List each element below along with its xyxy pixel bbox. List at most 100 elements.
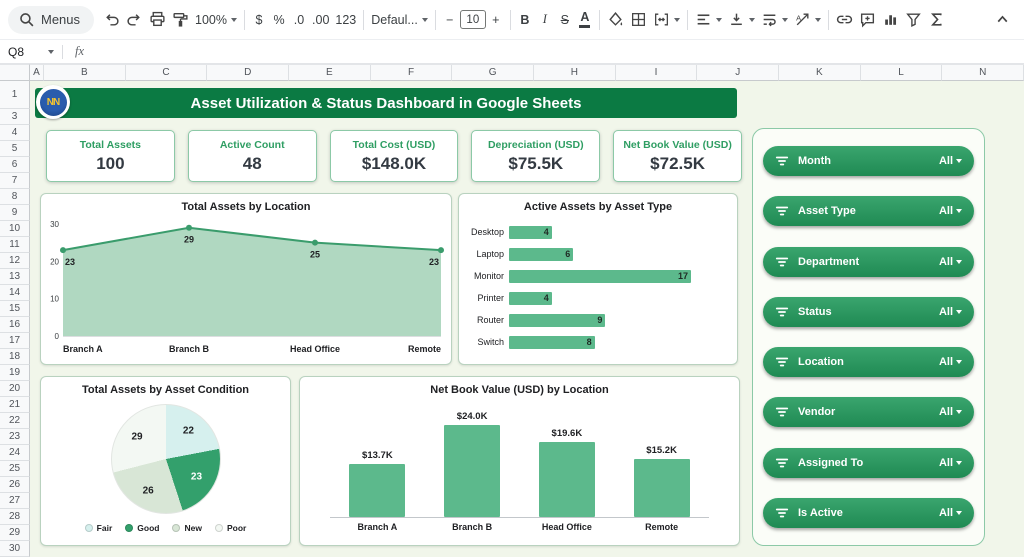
chart-active-assets-by-asset-type[interactable]: Active Assets by Asset Type Desktop4Lapt… — [458, 193, 738, 365]
filter-dropdown[interactable]: All — [939, 256, 962, 268]
insert-comment-button[interactable] — [856, 7, 879, 33]
paint-format-button[interactable] — [169, 7, 192, 33]
filter-department[interactable]: DepartmentAll — [763, 247, 974, 277]
text-wrap-button[interactable] — [758, 7, 791, 33]
column-header-c[interactable]: C — [126, 65, 208, 81]
merge-cells-button[interactable] — [650, 7, 683, 33]
filter-asset-type[interactable]: Asset TypeAll — [763, 196, 974, 226]
row-header-11[interactable]: 11 — [0, 237, 30, 253]
spreadsheet-grid[interactable]: Asset Utilization & Status Dashboard in … — [30, 81, 1024, 557]
filter-vendor[interactable]: Vendor All — [763, 397, 974, 427]
horizontal-align-button[interactable] — [692, 7, 725, 33]
increase-font-size-button[interactable]: + — [486, 7, 506, 33]
chart-total-assets-by-asset-condition[interactable]: Total Assets by Asset Condition 22232629… — [40, 376, 291, 546]
insert-chart-button[interactable] — [879, 7, 902, 33]
font-select[interactable]: Defaul... — [368, 7, 431, 33]
more-formats-button[interactable]: 123 — [332, 7, 359, 33]
filter-dropdown[interactable]: All — [939, 457, 962, 469]
row-header-7[interactable]: 7 — [0, 173, 30, 189]
redo-button[interactable] — [123, 7, 146, 33]
collapse-toolbar-button[interactable] — [988, 6, 1016, 34]
borders-button[interactable] — [627, 7, 650, 33]
column-header-a[interactable]: A — [30, 65, 44, 81]
fill-color-button[interactable] — [604, 7, 627, 33]
row-header-25[interactable]: 25 — [0, 461, 30, 477]
column-header-e[interactable]: E — [289, 65, 371, 81]
row-header-29[interactable]: 29 — [0, 525, 30, 541]
italic-button[interactable]: I — [535, 7, 555, 33]
row-header-3[interactable]: 3 — [0, 109, 30, 125]
row-header-4[interactable]: 4 — [0, 125, 30, 141]
row-header-23[interactable]: 23 — [0, 429, 30, 445]
row-header-26[interactable]: 26 — [0, 477, 30, 493]
chart-total-assets-by-location[interactable]: Total Assets by Location 010203023292523… — [40, 193, 452, 365]
filter-location[interactable]: LocationAll — [763, 347, 974, 377]
filter-assigned-to[interactable]: Assigned ToAll — [763, 448, 974, 478]
row-header-10[interactable]: 10 — [0, 221, 30, 237]
vertical-align-button[interactable] — [725, 7, 758, 33]
text-rotation-button[interactable]: A — [791, 7, 824, 33]
column-header-l[interactable]: L — [861, 65, 943, 81]
filter-dropdown[interactable]: All — [939, 306, 962, 318]
font-size-input[interactable]: 10 — [460, 10, 486, 29]
row-header-27[interactable]: 27 — [0, 493, 30, 509]
filter-is-active[interactable]: Is ActiveAll — [763, 498, 974, 528]
filter-dropdown[interactable]: All — [939, 406, 962, 418]
decrease-decimal-button[interactable]: .0 — [289, 7, 309, 33]
select-all-corner[interactable] — [0, 64, 30, 81]
formula-input[interactable] — [94, 40, 1024, 63]
row-header-28[interactable]: 28 — [0, 509, 30, 525]
column-header-d[interactable]: D — [207, 65, 289, 81]
column-header-h[interactable]: H — [534, 65, 616, 81]
filter-month[interactable]: MonthAll — [763, 146, 974, 176]
text-color-button[interactable]: A — [575, 7, 595, 33]
row-header-19[interactable]: 19 — [0, 365, 30, 381]
column-header-f[interactable]: F — [371, 65, 453, 81]
filter-status[interactable]: StatusAll — [763, 297, 974, 327]
functions-button[interactable] — [925, 7, 948, 33]
row-header-24[interactable]: 24 — [0, 445, 30, 461]
row-header-6[interactable]: 6 — [0, 157, 30, 173]
filter-dropdown[interactable]: All — [939, 205, 962, 217]
row-header-21[interactable]: 21 — [0, 397, 30, 413]
column-header-b[interactable]: B — [44, 65, 126, 81]
row-header-22[interactable]: 22 — [0, 413, 30, 429]
bold-button[interactable]: B — [515, 7, 535, 33]
increase-decimal-button[interactable]: .00 — [309, 7, 332, 33]
row-header-12[interactable]: 12 — [0, 253, 30, 269]
row-header-8[interactable]: 8 — [0, 189, 30, 205]
column-header-i[interactable]: I — [616, 65, 698, 81]
create-filter-button[interactable] — [902, 7, 925, 33]
decrease-font-size-button[interactable]: − — [440, 7, 460, 33]
filter-dropdown[interactable]: All — [939, 155, 962, 167]
cell-reference-box[interactable]: Q8 — [0, 40, 62, 63]
column-header-j[interactable]: J — [697, 65, 779, 81]
row-header-9[interactable]: 9 — [0, 205, 30, 221]
format-currency-button[interactable]: $ — [249, 7, 269, 33]
row-header-1[interactable]: 1 — [0, 81, 30, 109]
row-header-18[interactable]: 18 — [0, 349, 30, 365]
row-header-16[interactable]: 16 — [0, 317, 30, 333]
format-percent-button[interactable]: % — [269, 7, 289, 33]
chart-net-book-value-by-location[interactable]: Net Book Value (USD) by Location $13.7K$… — [299, 376, 740, 546]
row-header-17[interactable]: 17 — [0, 333, 30, 349]
undo-button[interactable] — [100, 7, 123, 33]
filter-label: Vendor — [798, 406, 835, 418]
row-header-14[interactable]: 14 — [0, 285, 30, 301]
filter-dropdown[interactable]: All — [939, 507, 962, 519]
row-header-15[interactable]: 15 — [0, 301, 30, 317]
insert-link-button[interactable] — [833, 7, 856, 33]
zoom-select[interactable]: 100% — [192, 7, 240, 33]
column-bar-remote — [634, 459, 690, 517]
row-header-30[interactable]: 30 — [0, 541, 30, 557]
menus-button[interactable]: Menus — [8, 6, 94, 34]
column-header-n[interactable]: N — [942, 65, 1024, 81]
row-header-5[interactable]: 5 — [0, 141, 30, 157]
strikethrough-button[interactable]: S — [555, 7, 575, 33]
column-header-k[interactable]: K — [779, 65, 861, 81]
filter-dropdown[interactable]: All — [939, 356, 962, 368]
row-header-13[interactable]: 13 — [0, 269, 30, 285]
print-button[interactable] — [146, 7, 169, 33]
column-header-g[interactable]: G — [452, 65, 534, 81]
row-header-20[interactable]: 20 — [0, 381, 30, 397]
